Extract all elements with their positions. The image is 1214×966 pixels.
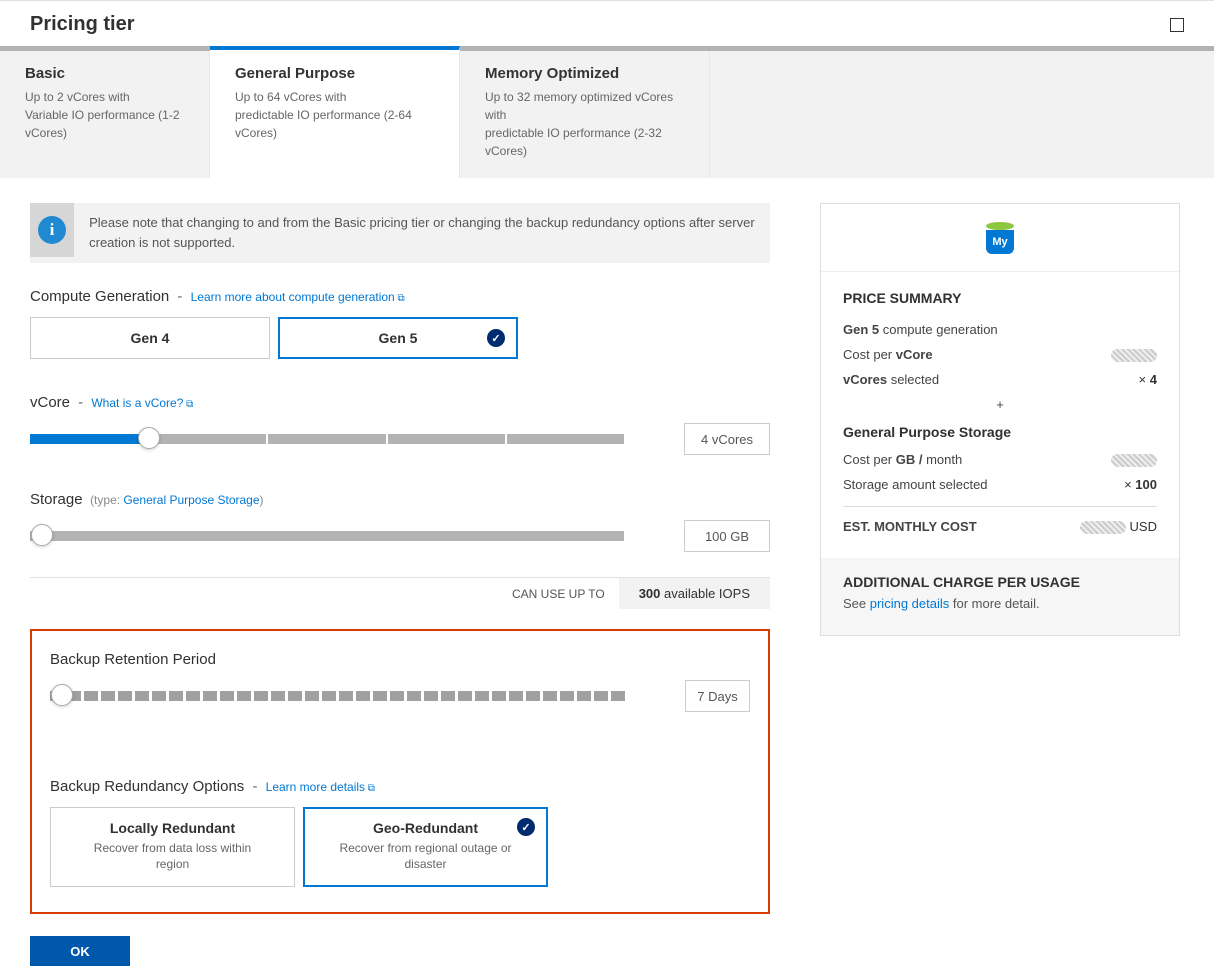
vcore-value: 4 vCores (684, 423, 770, 455)
pricing-tier-tabs: Basic Up to 2 vCores with Variable IO pe… (0, 46, 1214, 178)
tab-general-line2: predictable IO performance (2-64 vCores) (235, 106, 434, 142)
tab-general-line1: Up to 64 vCores with (235, 88, 434, 106)
tab-memory-optimized[interactable]: Memory Optimized Up to 32 memory optimiz… (460, 51, 710, 178)
storage-slider[interactable] (30, 531, 624, 541)
price-summary-panel: PRICE SUMMARY Gen 5 compute generation C… (820, 203, 1180, 636)
iops-value: 300 available IOPS (619, 578, 770, 609)
info-icon-wrap: i (30, 203, 74, 257)
tab-memory-line1: Up to 32 memory optimized vCores with (485, 88, 684, 124)
info-icon: i (38, 216, 66, 244)
pricing-details-link[interactable]: pricing details (870, 596, 950, 611)
redundancy-label: Backup Redundancy Options - Learn more d… (50, 778, 750, 795)
summary-storage-selected: Storage amount selected × 100 (843, 477, 1157, 492)
vcore-learn-link[interactable]: What is a vCore? (91, 396, 193, 410)
additional-charge-box: ADDITIONAL CHARGE PER USAGE See pricing … (821, 558, 1179, 635)
tab-general-title: General Purpose (235, 65, 434, 82)
summary-vcores-selected: vCores selected × 4 (843, 372, 1157, 387)
tab-memory-title: Memory Optimized (485, 65, 684, 82)
info-note-text: Please note that changing to and from th… (74, 203, 770, 263)
database-icon (986, 222, 1014, 254)
plus-separator: + (843, 397, 1157, 412)
compute-learn-more-link[interactable]: Learn more about compute generation (191, 290, 405, 304)
storage-slider-thumb[interactable] (31, 524, 53, 546)
summary-compute-gen: Gen 5 compute generation (843, 322, 1157, 337)
option-geo-redundant[interactable]: Geo-Redundant Recover from regional outa… (303, 807, 548, 887)
summary-cost-per-vcore: Cost per vCore (843, 347, 1157, 362)
tab-basic-line2: Variable IO performance (1-2 vCores) (25, 106, 184, 142)
redacted-price (1111, 349, 1157, 362)
ok-button[interactable]: OK (30, 936, 130, 966)
redundancy-learn-link[interactable]: Learn more details (266, 780, 375, 794)
tab-memory-line2: predictable IO performance (2-32 vCores) (485, 124, 684, 160)
mysql-logo (821, 204, 1179, 272)
backup-slider-thumb[interactable] (51, 684, 73, 706)
summary-cost-per-gb: Cost per GB / month (843, 452, 1157, 467)
info-note-box: i Please note that changing to and from … (30, 203, 770, 263)
redacted-price (1080, 521, 1126, 534)
backup-retention-value: 7 Days (685, 680, 750, 712)
iops-label: CAN USE UP TO (498, 579, 619, 609)
storage-label: Storage (type: General Purpose Storage) (30, 491, 770, 508)
tab-filler (710, 51, 1214, 178)
summary-est-monthly-cost: EST. MONTHLY COST USD (843, 519, 1157, 534)
summary-gp-storage-title: General Purpose Storage (843, 424, 1157, 440)
maximize-icon[interactable] (1170, 18, 1184, 32)
backup-retention-slider[interactable] (50, 691, 625, 701)
price-summary-title: PRICE SUMMARY (843, 290, 1157, 306)
check-icon (517, 818, 535, 836)
compute-generation-label: Compute Generation - Learn more about co… (30, 288, 770, 305)
vcore-slider-thumb[interactable] (138, 427, 160, 449)
check-icon (487, 329, 505, 347)
option-locally-redundant[interactable]: Locally Redundant Recover from data loss… (50, 807, 295, 887)
redacted-price (1111, 454, 1157, 467)
tab-basic-title: Basic (25, 65, 184, 82)
backup-retention-label: Backup Retention Period (50, 651, 750, 668)
tab-basic-line1: Up to 2 vCores with (25, 88, 184, 106)
iops-row: CAN USE UP TO 300 available IOPS (30, 577, 770, 609)
storage-type-link[interactable]: General Purpose Storage (123, 493, 259, 507)
tab-general-purpose[interactable]: General Purpose Up to 64 vCores with pre… (210, 46, 460, 178)
backup-section-highlight: Backup Retention Period 7 Days Backup Re… (30, 629, 770, 914)
page-title: Pricing tier (30, 13, 134, 36)
vcore-slider[interactable] (30, 434, 624, 444)
option-gen4[interactable]: Gen 4 (30, 317, 270, 359)
vcore-label: vCore - What is a vCore? (30, 394, 770, 411)
tab-basic[interactable]: Basic Up to 2 vCores with Variable IO pe… (0, 51, 210, 178)
option-gen5[interactable]: Gen 5 (278, 317, 518, 359)
storage-value: 100 GB (684, 520, 770, 552)
additional-charge-title: ADDITIONAL CHARGE PER USAGE (843, 574, 1157, 590)
